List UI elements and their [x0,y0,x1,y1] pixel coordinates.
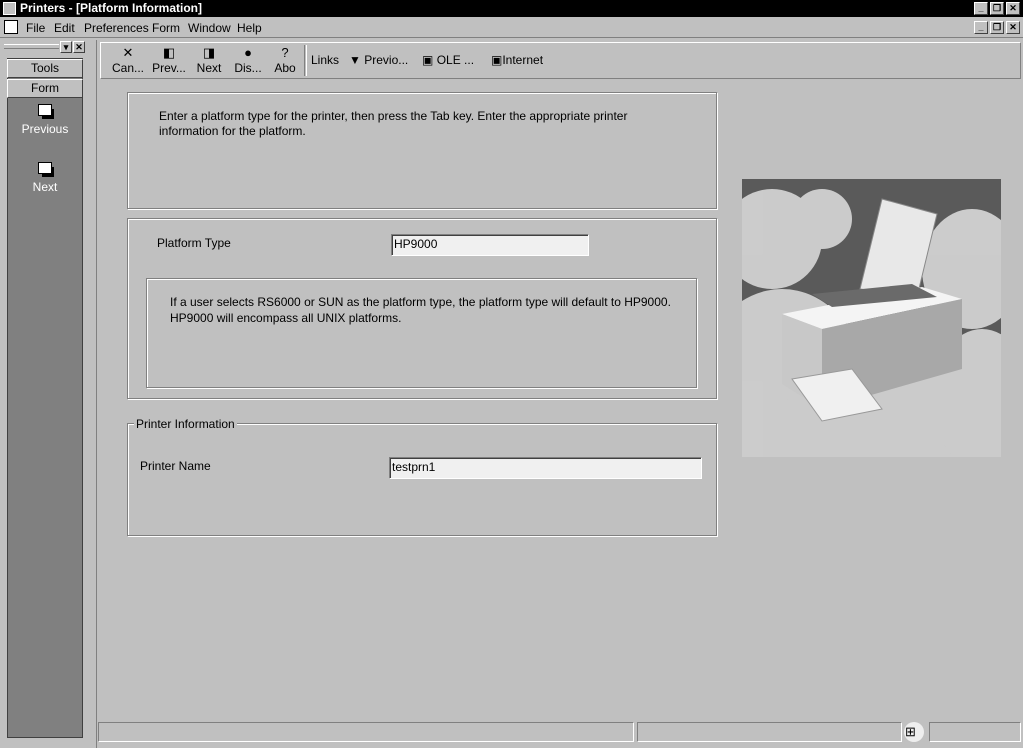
printer-info-title: Printer Information [134,417,237,431]
previous-button[interactable]: ◧ Prev... [151,45,187,75]
button-label: Abo [274,61,296,75]
menu-form[interactable]: Form [152,21,180,35]
minimize-button[interactable]: _ [974,2,988,15]
toolbar: ✕ Can... ◧ Prev... ◨ Next ● Dis... ? Abo Link… [100,42,1021,79]
form-link-icon [38,162,52,174]
sidebar: ▾ ✕ Tools Form Previous Next [0,40,97,748]
link-previous[interactable]: ▼ Previo... [349,53,408,67]
globe-icon: ⊞ [904,722,924,742]
instructions-box: Enter a platform type for the printer, t… [127,92,717,209]
title-bar: Printers - [Platform Information] _ ❐ ✕ [0,0,1023,17]
menu-bar: File Edit Preferences Form Window Help _… [0,17,1023,38]
platform-type-label: Platform Type [157,236,231,250]
printer-name-input[interactable]: testprn1 [389,457,702,479]
arrow-right-icon: ◨ [202,45,216,60]
printer-info-group: Printer Information Printer Name testprn… [127,417,717,536]
sidebar-item-next[interactable]: Next [7,162,83,194]
printer-name-label: Printer Name [140,459,211,473]
help-pointer-icon: ? [281,45,289,60]
link-label: Previo... [364,53,409,67]
link-label: OLE ... [436,53,475,67]
document-icon: ▣ [491,53,503,67]
doc-close-button[interactable]: ✕ [1006,21,1020,34]
link-internet[interactable]: ▣Internet [491,53,543,67]
sidebar-close-button[interactable]: ✕ [73,41,85,53]
doc-icon[interactable] [4,20,18,34]
window-title: Printers - [Platform Information] [20,1,203,15]
sidebar-item-previous[interactable]: Previous [7,104,83,136]
sidebar-item-label: Previous [21,122,69,136]
platform-type-input[interactable]: HP9000 [391,234,589,256]
app-icon [3,2,16,15]
button-label: Prev... [152,61,186,75]
platform-box: Platform Type HP9000 If a user selects R… [127,218,717,399]
printer-illustration [742,179,1001,457]
link-ole[interactable]: ▣ OLE ... [422,53,474,67]
arrow-left-icon: ◧ [162,45,176,60]
status-bar: ⊞ [98,722,1023,742]
instructions-text: Enter a platform type for the printer, t… [159,109,628,138]
status-pane [637,722,902,742]
sidebar-panel [7,58,83,738]
status-pane [98,722,634,742]
link-label: Internet [502,53,544,67]
sidebar-item-label: Next [32,180,58,194]
about-button[interactable]: ? Abo [271,45,299,75]
links-label: Links [311,53,340,67]
sidebar-tab-form[interactable]: Form [7,79,83,98]
platform-note-box: If a user selects RS6000 or SUN as the p… [146,278,697,388]
restore-button[interactable]: ❐ [990,2,1004,15]
next-button[interactable]: ◨ Next [195,45,223,75]
status-pane [929,722,1021,742]
menu-window[interactable]: Window [188,21,231,35]
menu-edit[interactable]: Edit [54,21,75,35]
toolbar-separator [304,45,307,76]
platform-note-text: If a user selects RS6000 or SUN as the p… [170,295,671,325]
sidebar-tab-tools[interactable]: Tools [7,59,83,78]
doc-restore-button[interactable]: ❐ [990,21,1004,34]
doc-minimize-button[interactable]: _ [974,21,988,34]
close-button[interactable]: ✕ [1006,2,1020,15]
menu-help[interactable]: Help [237,21,262,35]
dropdown-arrow-icon: ▼ [349,53,361,67]
display-icon: ● [244,45,252,60]
document-icon: ▣ [422,53,434,67]
form-link-icon [38,104,52,116]
sidebar-dropdown-button[interactable]: ▾ [60,41,72,53]
cancel-button[interactable]: ✕ Can... [111,45,145,75]
menu-file[interactable]: File [26,21,45,35]
menu-preferences[interactable]: Preferences [84,21,149,35]
close-icon: ✕ [122,45,134,60]
display-button[interactable]: ● Dis... [233,45,263,75]
button-label: Can... [111,61,144,75]
button-label: Next [196,61,222,75]
grip-handle[interactable] [4,44,59,49]
button-label: Dis... [234,61,262,75]
